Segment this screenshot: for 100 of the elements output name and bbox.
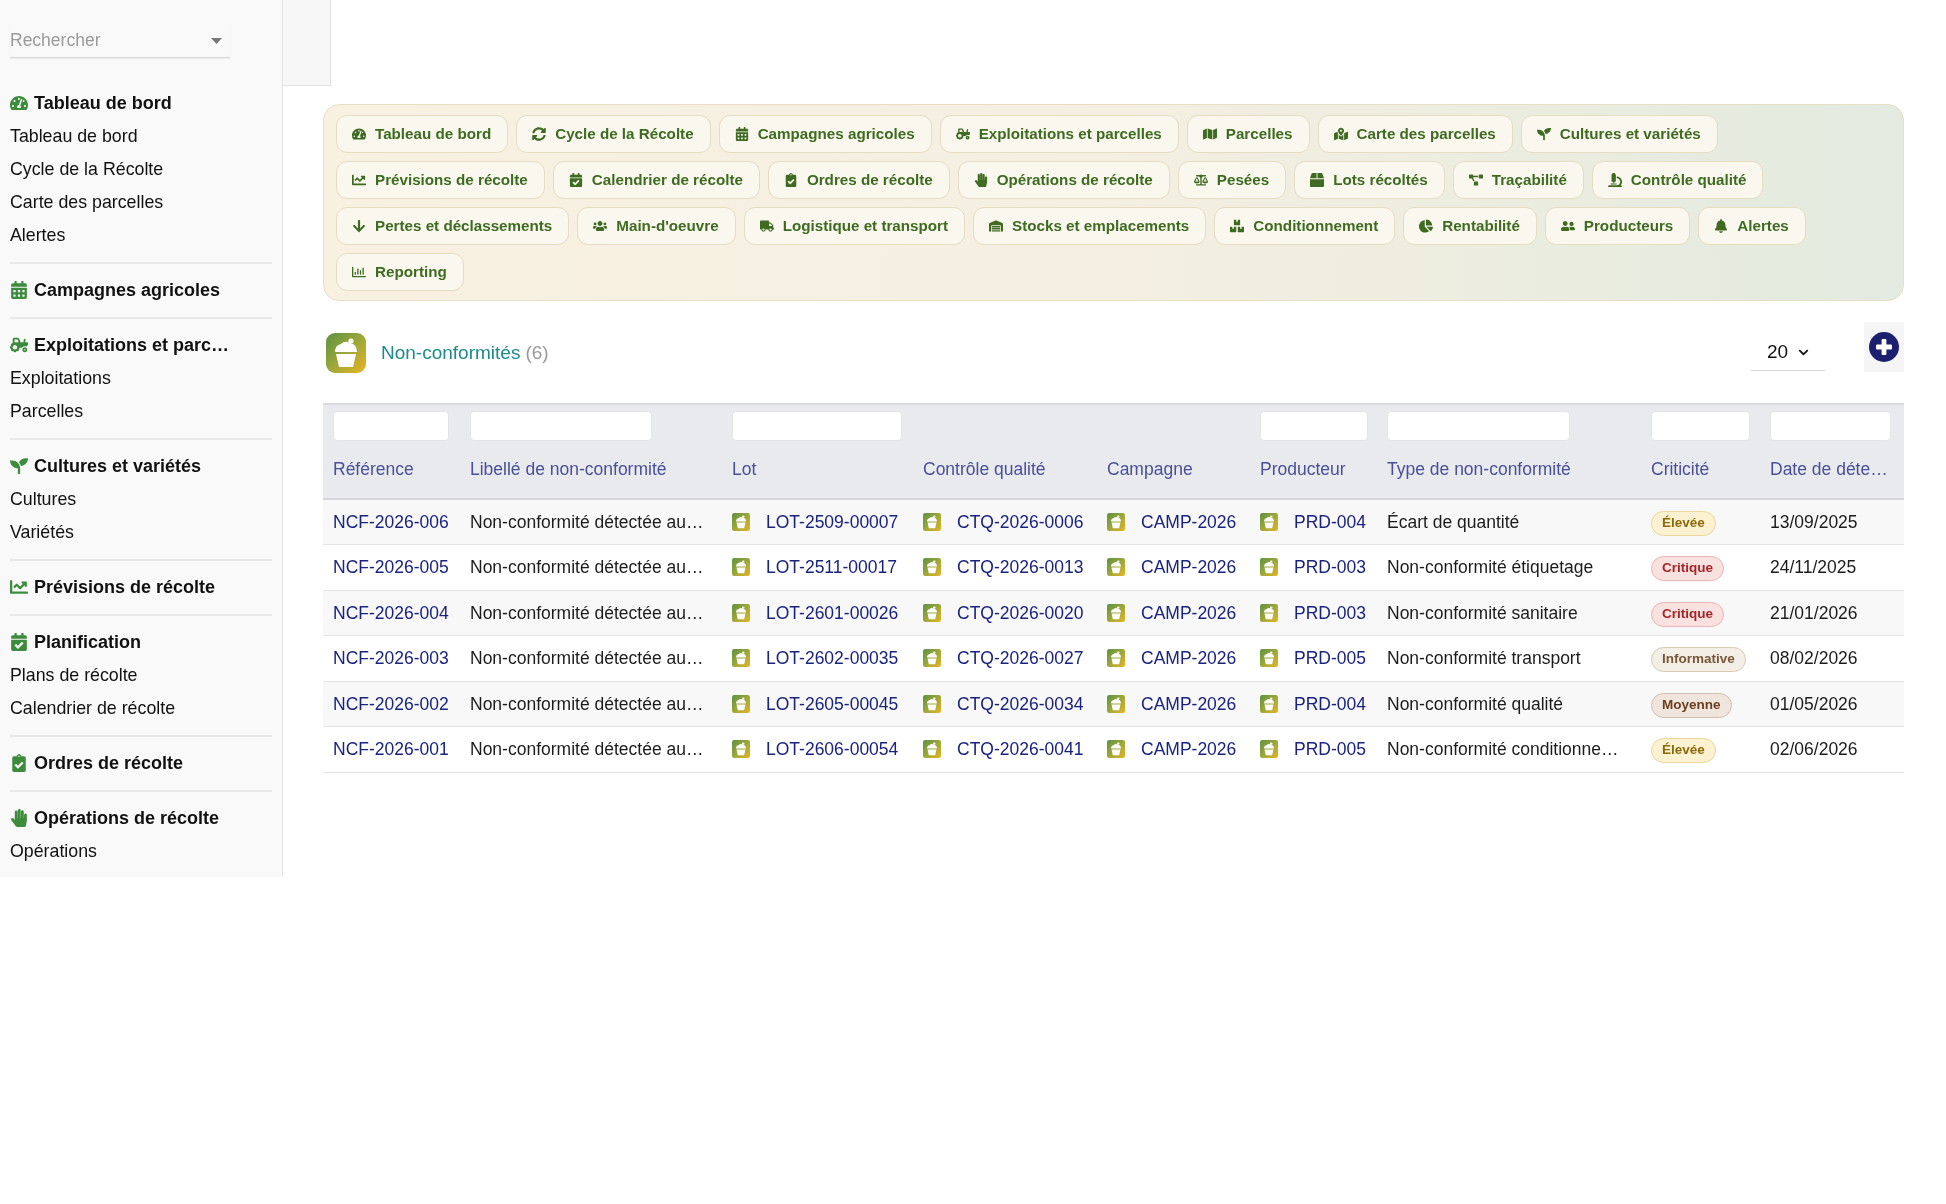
column-header[interactable]: Producteur — [1260, 459, 1346, 480]
reference-link[interactable]: NCF-2026-006 — [333, 511, 449, 532]
section-header[interactable]: Prévisions de récolte — [34, 573, 216, 601]
producer-link[interactable]: PRD-005 — [1294, 736, 1366, 763]
cupcake-icon — [1107, 558, 1125, 577]
sidebar-link[interactable]: Carte des parcelles — [10, 188, 164, 216]
lot-link[interactable]: LOT-2606-00054 — [766, 736, 899, 763]
column-header[interactable]: Campagne — [1107, 459, 1193, 480]
producer-link[interactable]: PRD-003 — [1294, 554, 1366, 581]
producer-link[interactable]: PRD-003 — [1294, 599, 1366, 626]
campaign-link[interactable]: CAMP-2026 — [1141, 736, 1237, 763]
nav-pill[interactable]: Producteurs — [1544, 207, 1691, 245]
nav-pill[interactable]: Logistique et transport — [743, 207, 966, 245]
sidebar-link[interactable]: Cultures — [10, 485, 77, 513]
nav-pill[interactable]: Ordres de récolte — [767, 161, 950, 199]
sidebar-link[interactable]: Opérations — [10, 837, 97, 865]
nav-pill[interactable]: Campagnes agricoles — [718, 115, 932, 153]
column-header[interactable]: Contrôle qualité — [923, 459, 1046, 480]
column-header[interactable]: Lot — [732, 459, 757, 480]
producer-link[interactable]: PRD-004 — [1294, 690, 1366, 717]
sidebar-link[interactable]: Calendrier de récolte — [10, 694, 176, 722]
sidebar-link[interactable]: Cycle de la Récolte — [10, 155, 164, 183]
nav-pill[interactable]: Stocks et emplacements — [973, 207, 1207, 245]
cupcake-icon — [732, 649, 750, 668]
quality-control-link[interactable]: CTQ-2026-0034 — [957, 690, 1084, 717]
search-field[interactable]: Rechercher — [10, 24, 230, 58]
nav-pill[interactable]: Cycle de la Récolte — [516, 115, 711, 153]
nav-pill[interactable]: Main-d'oeuvre — [577, 207, 736, 245]
nav-pill[interactable]: Conditionnement — [1214, 207, 1396, 245]
section-header[interactable]: Tableau de bord — [34, 89, 172, 117]
column-header[interactable]: Criticité — [1651, 459, 1710, 480]
filter-input[interactable] — [1260, 411, 1368, 441]
reference-link[interactable]: NCF-2026-004 — [333, 602, 449, 623]
campaign-link[interactable]: CAMP-2026 — [1141, 690, 1237, 717]
clipboard-check-icon — [783, 173, 798, 187]
quality-control-link[interactable]: CTQ-2026-0027 — [957, 645, 1084, 672]
quality-control-link[interactable]: CTQ-2026-0020 — [957, 599, 1084, 626]
filter-input[interactable] — [1651, 411, 1750, 441]
column-header[interactable]: Référence — [333, 459, 414, 480]
campaign-link[interactable]: CAMP-2026 — [1141, 508, 1237, 536]
bar-chart-icon — [352, 265, 366, 279]
nav-pill[interactable]: Carte des parcelles — [1317, 115, 1513, 153]
cupcake-icon — [732, 603, 750, 622]
filter-input[interactable] — [333, 411, 449, 441]
producer-link[interactable]: PRD-005 — [1294, 645, 1366, 672]
sidebar-link[interactable]: Exploitations — [10, 364, 111, 392]
sidebar-link[interactable]: Variétés — [10, 518, 74, 546]
reference-link[interactable]: NCF-2026-003 — [333, 648, 449, 669]
lot-link[interactable]: LOT-2605-00045 — [766, 690, 899, 717]
sidebar-link[interactable]: Plans de récolte — [10, 661, 138, 689]
nav-pill[interactable]: Parcelles — [1186, 115, 1310, 153]
column-header[interactable]: Libellé de non-conformité — [470, 459, 667, 480]
filter-input[interactable] — [1770, 411, 1891, 441]
campaign-link[interactable]: CAMP-2026 — [1141, 554, 1237, 581]
quality-control-link[interactable]: CTQ-2026-0013 — [957, 554, 1084, 581]
filter-input[interactable] — [1387, 411, 1570, 441]
nav-pill[interactable]: Alertes — [1698, 207, 1806, 245]
section-header[interactable]: Opérations de récolte — [34, 804, 220, 832]
reference-link[interactable]: NCF-2026-001 — [333, 739, 449, 760]
section-header[interactable]: Planification — [34, 628, 141, 656]
type-cell: Non-conformité qualité — [1377, 681, 1641, 727]
nav-pill[interactable]: Reporting — [336, 253, 464, 291]
label-cell: Non-conformité détectée au… — [460, 681, 722, 727]
column-header[interactable]: Date de déte… — [1770, 459, 1888, 480]
nav-pill[interactable]: Opérations de récolte — [957, 161, 1170, 199]
column-header[interactable]: Type de non-conformité — [1387, 459, 1571, 480]
campaign-link[interactable]: CAMP-2026 — [1141, 645, 1237, 672]
nav-pill[interactable]: Lots récoltés — [1294, 161, 1445, 199]
quality-control-link[interactable]: CTQ-2026-0041 — [957, 736, 1084, 763]
nav-pill[interactable]: Prévisions de récolte — [336, 161, 545, 199]
page-size-select[interactable]: 20 — [1751, 335, 1825, 371]
nav-pill[interactable]: Traçabilité — [1452, 161, 1584, 199]
nav-pill[interactable]: Calendrier de récolte — [552, 161, 760, 199]
nav-pill[interactable]: Exploitations et parcelles — [939, 115, 1179, 153]
sidebar-link[interactable]: Tableau de bord — [10, 122, 138, 150]
nav-pill[interactable]: Pesées — [1177, 161, 1287, 199]
lot-link[interactable]: LOT-2601-00026 — [766, 599, 899, 626]
lot-link[interactable]: LOT-2511-00017 — [766, 554, 898, 581]
section-header[interactable]: Campagnes agricoles — [34, 276, 221, 304]
section-header[interactable]: Exploitations et parc… — [34, 331, 230, 359]
quality-control-link[interactable]: CTQ-2026-0006 — [957, 508, 1084, 536]
filter-input[interactable] — [470, 411, 652, 441]
filter-input[interactable] — [732, 411, 902, 441]
lot-link[interactable]: LOT-2602-00035 — [766, 645, 899, 672]
sidebar-link[interactable]: Parcelles — [10, 397, 84, 425]
add-button[interactable] — [1864, 322, 1904, 372]
reference-link[interactable]: NCF-2026-002 — [333, 693, 449, 714]
producer-link[interactable]: PRD-004 — [1294, 508, 1366, 536]
nav-pill[interactable]: Rentabilité — [1403, 207, 1537, 245]
gauge-icon — [10, 94, 28, 112]
sidebar-link[interactable]: Alertes — [10, 221, 66, 249]
reference-link[interactable]: NCF-2026-005 — [333, 557, 449, 578]
nav-pill[interactable]: Tableau de bord — [336, 115, 509, 153]
section-header[interactable]: Cultures et variétés — [34, 452, 202, 480]
nav-pill[interactable]: Pertes et déclassements — [336, 207, 570, 245]
lot-link[interactable]: LOT-2509-00007 — [766, 508, 899, 536]
campaign-link[interactable]: CAMP-2026 — [1141, 599, 1237, 626]
nav-pill[interactable]: Cultures et variétés — [1520, 115, 1718, 153]
nav-pill[interactable]: Contrôle qualité — [1591, 161, 1764, 199]
section-header[interactable]: Ordres de récolte — [34, 749, 184, 777]
